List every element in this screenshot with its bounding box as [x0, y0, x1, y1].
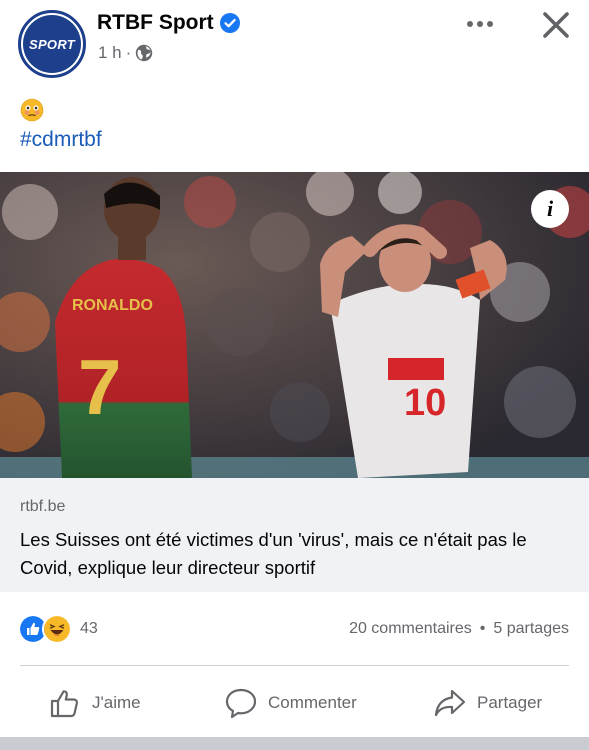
match-photo: RONALDO 7 10	[0, 172, 589, 478]
hashtag-link[interactable]: #cdmrtbf	[20, 128, 102, 152]
link-preview[interactable]: rtbf.be Les Suisses ont été victimes d'u…	[0, 478, 589, 592]
action-bar: J'aime Commenter Partager	[0, 676, 589, 730]
reactions-summary[interactable]: 43	[18, 614, 98, 644]
close-icon[interactable]	[540, 9, 572, 41]
globe-icon	[136, 44, 153, 62]
feed-separator	[0, 737, 589, 750]
share-label: Partager	[477, 693, 543, 712]
haha-reaction-icon	[42, 614, 72, 644]
like-label: J'aime	[92, 693, 141, 712]
shares-count[interactable]: 5 partages	[493, 620, 569, 638]
engagement-counts: 20 commentaires • 5 partages	[349, 620, 569, 638]
dot-icon	[487, 21, 493, 27]
share-icon	[434, 689, 466, 717]
verified-badge-icon	[219, 13, 240, 33]
post-header: SPORT RTBF Sport 1 h ·	[0, 0, 589, 90]
post-time[interactable]: 1 h	[98, 43, 122, 63]
more-options-button[interactable]	[462, 10, 498, 38]
dot-icon	[477, 21, 483, 27]
post-image[interactable]: RONALDO 7 10	[0, 172, 589, 478]
post-meta: 1 h ·	[98, 43, 153, 63]
avatar[interactable]: SPORT	[18, 10, 86, 78]
comment-icon	[225, 688, 257, 719]
comments-count[interactable]: 20 commentaires	[349, 620, 472, 638]
avatar-logo: SPORT	[23, 15, 81, 73]
share-button[interactable]: Partager	[433, 676, 542, 730]
jersey-left-name: RONALDO	[72, 297, 153, 314]
link-domain: rtbf.be	[20, 498, 66, 515]
jersey-left-number: 7	[78, 343, 121, 431]
reaction-count: 43	[80, 620, 98, 637]
like-button[interactable]: J'aime	[48, 676, 141, 730]
meta-separator: ·	[125, 43, 132, 62]
comment-button[interactable]: Commenter	[224, 676, 357, 730]
thumbs-up-icon	[50, 690, 79, 718]
stats-separator: •	[479, 620, 486, 637]
avatar-logo-text: SPORT	[28, 36, 76, 52]
post-text	[20, 98, 44, 122]
post-stats: 43 20 commentaires • 5 partages	[0, 606, 589, 654]
info-button[interactable]: i	[531, 190, 569, 228]
link-title[interactable]: Les Suisses ont été victimes d'un 'virus…	[20, 526, 575, 582]
flushed-face-emoji-icon	[20, 98, 44, 122]
page-name[interactable]: RTBF Sport	[97, 11, 214, 35]
jersey-right-number: 10	[404, 382, 446, 424]
divider	[20, 665, 569, 666]
comment-label: Commenter	[268, 693, 357, 712]
dot-icon	[467, 21, 473, 27]
page-name-row[interactable]: RTBF Sport	[97, 11, 240, 35]
